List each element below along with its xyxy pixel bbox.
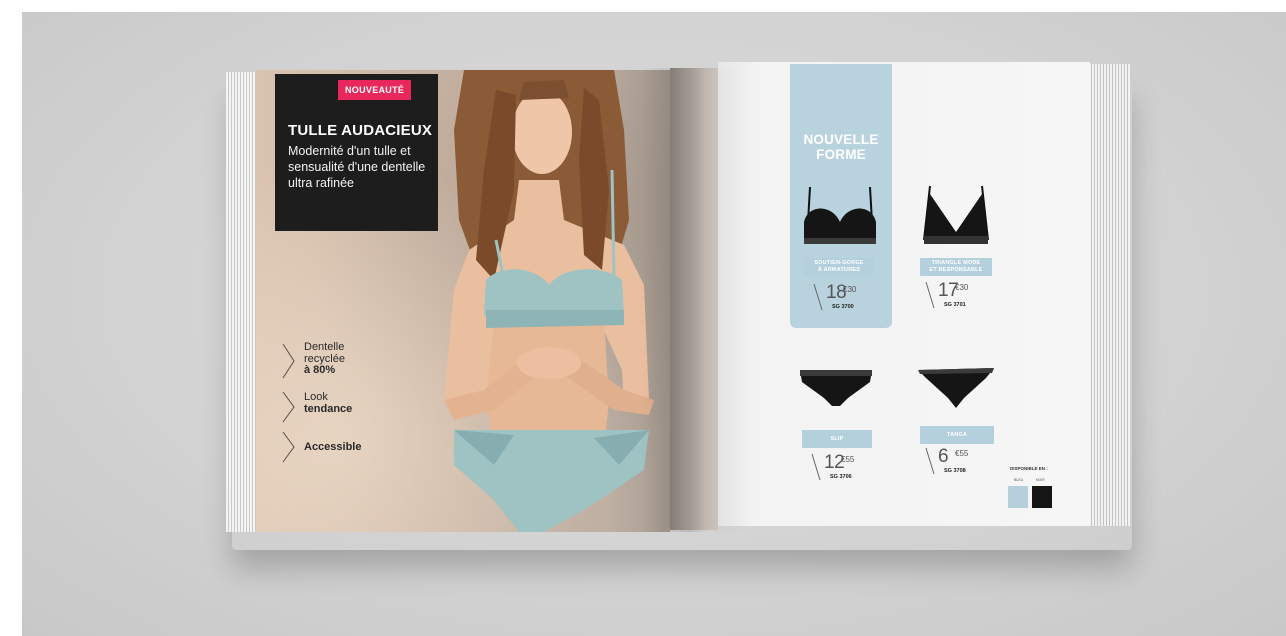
left-page: NOUVEAUTÉ TULLE AUDACIEUX Modernité d'un… [256, 70, 670, 532]
price-tag: 18 €30 SG 3700 [812, 282, 882, 316]
triangle-bra-icon [923, 185, 989, 244]
price-slash-icon [925, 447, 935, 475]
feature-accessible: Accessible [282, 430, 402, 464]
swatch-black [1032, 486, 1052, 508]
product-label: SOUTIEN-GORGE À ARMATURES [804, 258, 874, 276]
price-tag: 12 €55 SG 3706 [810, 452, 880, 486]
product-label: TRIANGLE MODE ET RESPONSABLE [920, 258, 992, 276]
product-label: SLIP [802, 430, 872, 448]
feature-recycled-lace: Dentelle recyclée à 80% [282, 341, 402, 382]
feature-text: Accessible [304, 441, 362, 453]
tanga-icon [918, 368, 994, 408]
price-tag: 6 €55 SG 3708 [924, 446, 994, 480]
swatch-blue [1008, 486, 1028, 508]
headline-subtitle: Modernité d'un tulle et sensualité d'une… [288, 144, 426, 190]
headline-box: NOUVEAUTÉ TULLE AUDACIEUX Modernité d'un… [275, 74, 438, 231]
price-slash-icon [811, 453, 821, 481]
chevron-right-icon [282, 343, 295, 379]
feature-text: Dentelle recyclée à 80% [304, 341, 345, 376]
feature-look: Look tendance [282, 390, 402, 424]
model-photo [444, 70, 654, 532]
product-label: TANGA [920, 426, 994, 444]
chevron-right-icon [282, 431, 295, 463]
right-page: NOUVELLE FORME SOUTIEN-GORGE À ARMATURES… [718, 62, 1090, 526]
new-badge: NOUVEAUTÉ [338, 80, 412, 100]
price-tag: 17 €30 SG 3701 [924, 280, 994, 314]
page-stack-right [1086, 64, 1130, 526]
price-slash-icon [813, 283, 823, 311]
headline-title: TULLE AUDACIEUX [288, 122, 433, 139]
swatch-label: NOIR [1036, 478, 1045, 482]
left-edge [0, 520, 10, 636]
underwire-bra-icon [804, 186, 876, 244]
feature-text: Look tendance [304, 391, 353, 415]
panel-title: NOUVELLE FORME [803, 132, 879, 162]
chevron-right-icon [282, 391, 295, 423]
swatch-label: BLEU [1014, 478, 1024, 482]
available-label: DISPONIBLE EN : [1010, 466, 1048, 471]
price-slash-icon [925, 281, 935, 309]
slip-icon [800, 370, 872, 406]
gutter-photo-strip [670, 68, 718, 530]
